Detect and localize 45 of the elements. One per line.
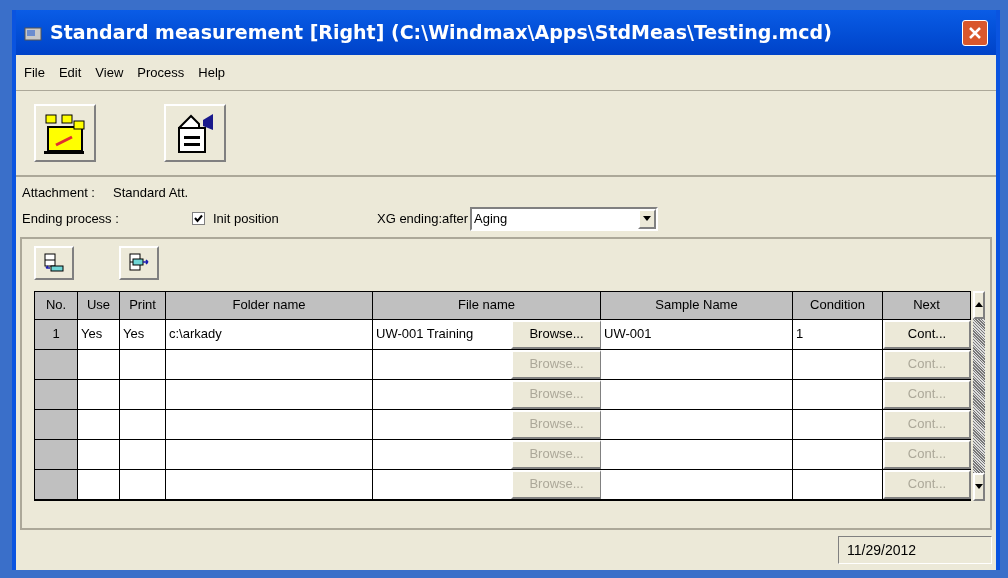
close-button[interactable] <box>962 19 988 46</box>
scroll-down-icon <box>975 484 983 489</box>
print-cell: Yes <box>120 319 166 349</box>
sample-cell: UW-001 <box>601 319 793 349</box>
scrollbar[interactable] <box>973 290 985 501</box>
close-icon <box>968 25 982 40</box>
attachment-label: Attachment : <box>22 184 95 202</box>
xg-ending-dropdown[interactable]: Aging <box>470 206 659 231</box>
column-header: Print <box>120 291 166 319</box>
status-date: 11/29/2012 <box>838 536 992 564</box>
column-header: No. <box>35 291 78 319</box>
scroll-up-icon <box>975 302 983 307</box>
menu-item[interactable]: Process <box>137 62 185 83</box>
table-row-icon <box>128 252 150 273</box>
file-cell: UW-001 Training <box>373 319 511 349</box>
app-icon <box>24 24 42 41</box>
column-header: Folder name <box>166 291 373 319</box>
init-position-checkbox[interactable]: Init position <box>192 208 377 229</box>
check-icon <box>194 214 203 223</box>
window-title: Standard measurement [Right] (C:\Windmax\Apps\StdMeas\Testing.mcd) <box>50 20 832 46</box>
xg-ending-label: XG ending:after <box>377 209 469 228</box>
toolbar-button[interactable] <box>164 104 226 162</box>
column-header: Next <box>883 291 971 319</box>
column-header: File name <box>373 291 601 319</box>
menu-item[interactable]: Help <box>198 62 226 83</box>
machine-icon <box>42 111 88 155</box>
caret-icon <box>643 216 652 221</box>
menu-item[interactable]: Edit <box>58 62 82 83</box>
append-row-button[interactable] <box>119 245 159 280</box>
browse-button[interactable]: Browse... <box>511 319 601 349</box>
condition-cell: 1 <box>793 319 883 349</box>
ending-process-label: Ending process : <box>22 209 120 228</box>
use-cell: Yes <box>78 319 120 349</box>
menu-item[interactable]: View <box>95 62 124 83</box>
column-header: Use <box>78 291 120 319</box>
insert-row-button[interactable] <box>34 245 74 280</box>
table-row-icon <box>43 252 65 273</box>
menu-item[interactable]: File <box>24 62 45 83</box>
toolbar-button[interactable] <box>34 104 96 162</box>
continue-button[interactable]: Cont... <box>883 319 971 349</box>
attachment-value: Standard Att. <box>113 184 189 202</box>
folder-cell: c:\arkady <box>166 319 373 349</box>
column-header: Sample Name <box>601 291 793 319</box>
row-header-cell: 1 <box>35 319 78 349</box>
column-header: Condition <box>793 291 883 319</box>
